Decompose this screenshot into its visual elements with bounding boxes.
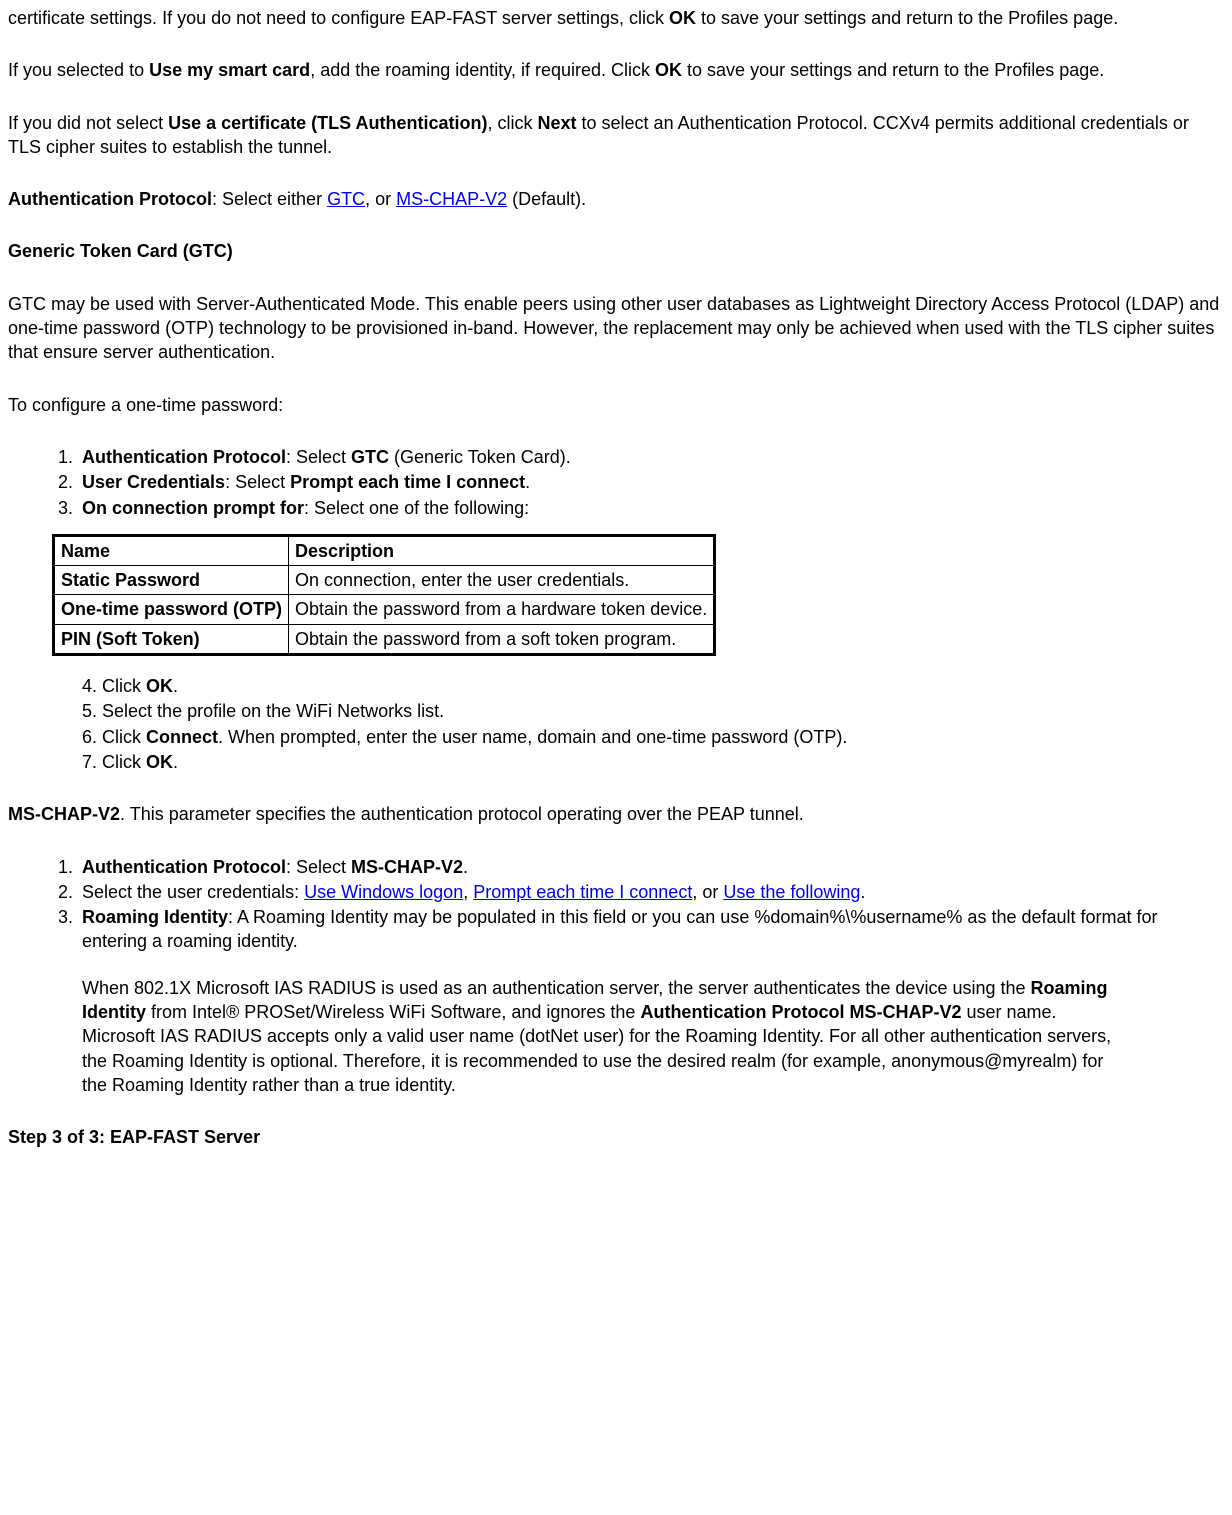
table-cell: Obtain the password from a hardware toke… (289, 595, 715, 624)
link-use-following[interactable]: Use the following (723, 882, 860, 902)
table-row: Name Description (54, 535, 715, 565)
table-cell: Obtain the password from a soft token pr… (289, 624, 715, 654)
paragraph-tls-auth: If you did not select Use a certificate … (8, 111, 1224, 160)
table-row: PIN (Soft Token) Obtain the password fro… (54, 624, 715, 654)
ordered-list-mschap-steps: Authentication Protocol: Select MS-CHAP-… (8, 855, 1224, 1098)
table-header-description: Description (289, 535, 715, 565)
link-gtc[interactable]: GTC (327, 189, 365, 209)
list-item: On connection prompt for: Select one of … (78, 496, 1224, 520)
paragraph-cert-settings: certificate settings. If you do not need… (8, 6, 1224, 30)
list-item: User Credentials: Select Prompt each tim… (78, 470, 1224, 494)
table-prompt-options: Name Description Static Password On conn… (52, 534, 716, 656)
list-item: Roaming Identity: A Roaming Identity may… (78, 905, 1224, 1097)
link-use-windows-logon[interactable]: Use Windows logon (304, 882, 463, 902)
paragraph-roaming-identity-detail: When 802.1X Microsoft IAS RADIUS is used… (82, 976, 1132, 1097)
paragraph-smart-card: If you selected to Use my smart card, ad… (8, 58, 1224, 82)
list-item: Authentication Protocol: Select MS-CHAP-… (78, 855, 1224, 879)
list-item: Click Connect. When prompted, enter the … (78, 725, 1224, 749)
list-item: Click OK. (78, 674, 1224, 698)
table-cell: One-time password (OTP) (54, 595, 289, 624)
table-cell: On connection, enter the user credential… (289, 566, 715, 595)
list-item: Select the profile on the WiFi Networks … (78, 699, 1224, 723)
paragraph-gtc-desc: GTC may be used with Server-Authenticate… (8, 292, 1224, 365)
link-ms-chap-v2[interactable]: MS-CHAP-V2 (396, 189, 507, 209)
list-item: Click OK. (78, 750, 1224, 774)
paragraph-auth-protocol: Authentication Protocol: Select either G… (8, 187, 1224, 211)
list-item: Select the user credentials: Use Windows… (78, 880, 1224, 904)
table-cell: PIN (Soft Token) (54, 624, 289, 654)
table-header-name: Name (54, 535, 289, 565)
heading-step-3: Step 3 of 3: EAP-FAST Server (8, 1125, 1224, 1149)
ordered-list-gtc-steps-4-7: Click OK. Select the profile on the WiFi… (8, 674, 1224, 774)
table-row: Static Password On connection, enter the… (54, 566, 715, 595)
table-row: One-time password (OTP) Obtain the passw… (54, 595, 715, 624)
ordered-list-gtc-steps-1-3: Authentication Protocol: Select GTC (Gen… (8, 445, 1224, 520)
paragraph-ms-chap-v2: MS-CHAP-V2. This parameter specifies the… (8, 802, 1224, 826)
paragraph-configure-otp: To configure a one-time password: (8, 393, 1224, 417)
heading-gtc: Generic Token Card (GTC) (8, 239, 1224, 263)
list-item: Authentication Protocol: Select GTC (Gen… (78, 445, 1224, 469)
table-cell: Static Password (54, 566, 289, 595)
link-prompt-each-time[interactable]: Prompt each time I connect (473, 882, 692, 902)
